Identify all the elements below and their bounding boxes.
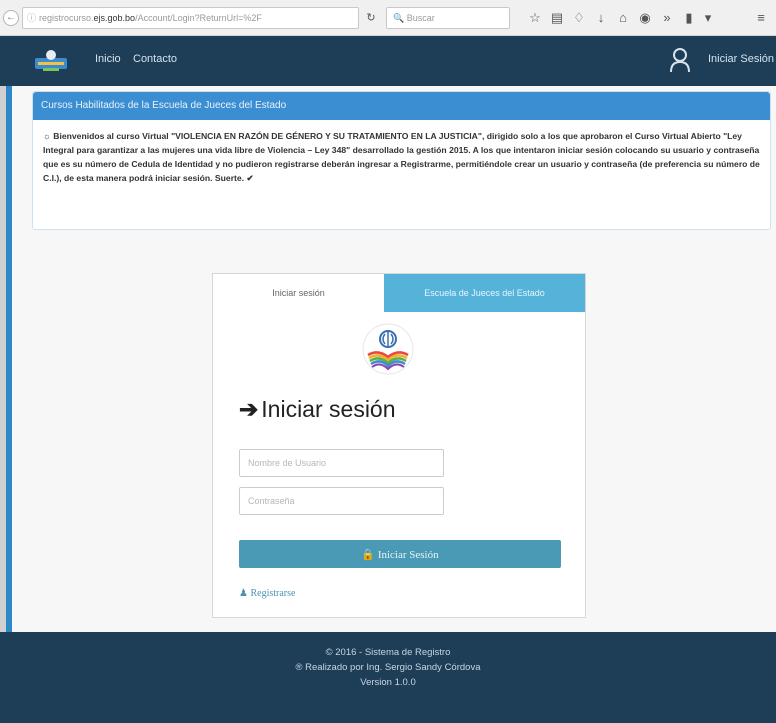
institution-emblem xyxy=(362,323,414,375)
notice-text: Bienvenidos al curso Virtual "VIOLENCIA … xyxy=(43,131,760,183)
browser-search-placeholder: Buscar xyxy=(406,13,435,23)
footer-author: ® Realizado por Ing. Sergio Sandy Córdov… xyxy=(295,662,481,673)
username-input[interactable] xyxy=(239,449,444,477)
lock-icon: 🔒 xyxy=(361,548,376,561)
url-domain: ejs.gob.bo xyxy=(93,13,136,23)
download-icon[interactable]: ↓ xyxy=(592,9,610,27)
notice-body: ☼ Bienvenidos al curso Virtual "VIOLENCI… xyxy=(33,120,770,193)
reload-icon[interactable]: ↻ xyxy=(361,8,381,28)
browser-toolbar: ← ⓘ registrocurso.ejs.gob.bo/Account/Logi… xyxy=(0,0,776,36)
chevron-down-icon[interactable]: ▾ xyxy=(699,9,717,27)
check-icon: ✔ xyxy=(246,173,254,183)
login-title: ➔ Iniciar sesión xyxy=(239,396,396,423)
tab-iniciar-sesion[interactable]: Iniciar sesión xyxy=(213,274,384,312)
page-left-border xyxy=(0,86,12,632)
navbar-login-link[interactable]: Iniciar Sesión xyxy=(708,53,774,65)
sign-in-icon: ➔ xyxy=(239,396,259,422)
nav-link-inicio[interactable]: Inicio xyxy=(95,53,121,65)
back-icon[interactable]: ← xyxy=(3,10,19,26)
tab-escuela-jueces[interactable]: Escuela de Jueces del Estado xyxy=(384,274,585,312)
nav-link-contacto[interactable]: Contacto xyxy=(133,53,177,65)
url-prefix: registrocurso. xyxy=(39,13,94,23)
footer-version: Version 1.0.0 xyxy=(360,677,416,688)
login-card: Iniciar sesión Escuela de Jueces del Est… xyxy=(212,273,586,618)
register-link-label: Registrarse xyxy=(250,588,296,599)
user-icon[interactable] xyxy=(669,47,691,73)
info-icon: ⓘ xyxy=(27,13,37,23)
clipboard-icon[interactable]: ▤ xyxy=(548,9,566,27)
menu-icon[interactable]: ≡ xyxy=(752,9,770,27)
pocket-icon[interactable]: » xyxy=(658,9,676,27)
login-button-label: Iniciar Sesión xyxy=(377,548,439,561)
login-title-text: Iniciar sesión xyxy=(261,396,396,422)
password-input[interactable] xyxy=(239,487,444,515)
star-icon[interactable]: ☆ xyxy=(526,9,544,27)
site-footer: © 2016 - Sistema de Registro ® Realizado… xyxy=(0,632,776,723)
footer-copyright: © 2016 - Sistema de Registro xyxy=(325,647,451,658)
register-link[interactable]: ♟ Registrarse xyxy=(239,588,295,599)
extension-icon[interactable]: ◉ xyxy=(636,9,654,27)
login-button[interactable]: 🔒 Iniciar Sesión xyxy=(239,540,561,568)
user-add-icon: ♟ xyxy=(239,588,248,599)
url-path: /Account/Login?ReturnUrl=%2F xyxy=(135,13,262,23)
address-bar[interactable]: ⓘ registrocurso.ejs.gob.bo/Account/Login?… xyxy=(22,7,359,29)
main-content: Cursos Habilitados de la Escuela de Juec… xyxy=(12,86,776,632)
shield-icon[interactable]: ♢ xyxy=(570,9,588,27)
home-icon[interactable]: ⌂ xyxy=(614,9,632,27)
site-logo[interactable] xyxy=(32,46,70,74)
globe-icon: ☼ xyxy=(43,131,51,141)
site-navbar: Inicio Contacto Iniciar Sesión xyxy=(0,36,776,86)
notice-heading: Cursos Habilitados de la Escuela de Juec… xyxy=(33,92,770,120)
browser-search-input[interactable]: 🔍 Buscar xyxy=(386,7,510,29)
bookmark-icon[interactable]: ▮ xyxy=(680,9,698,27)
notice-panel: Cursos Habilitados de la Escuela de Juec… xyxy=(32,91,771,230)
